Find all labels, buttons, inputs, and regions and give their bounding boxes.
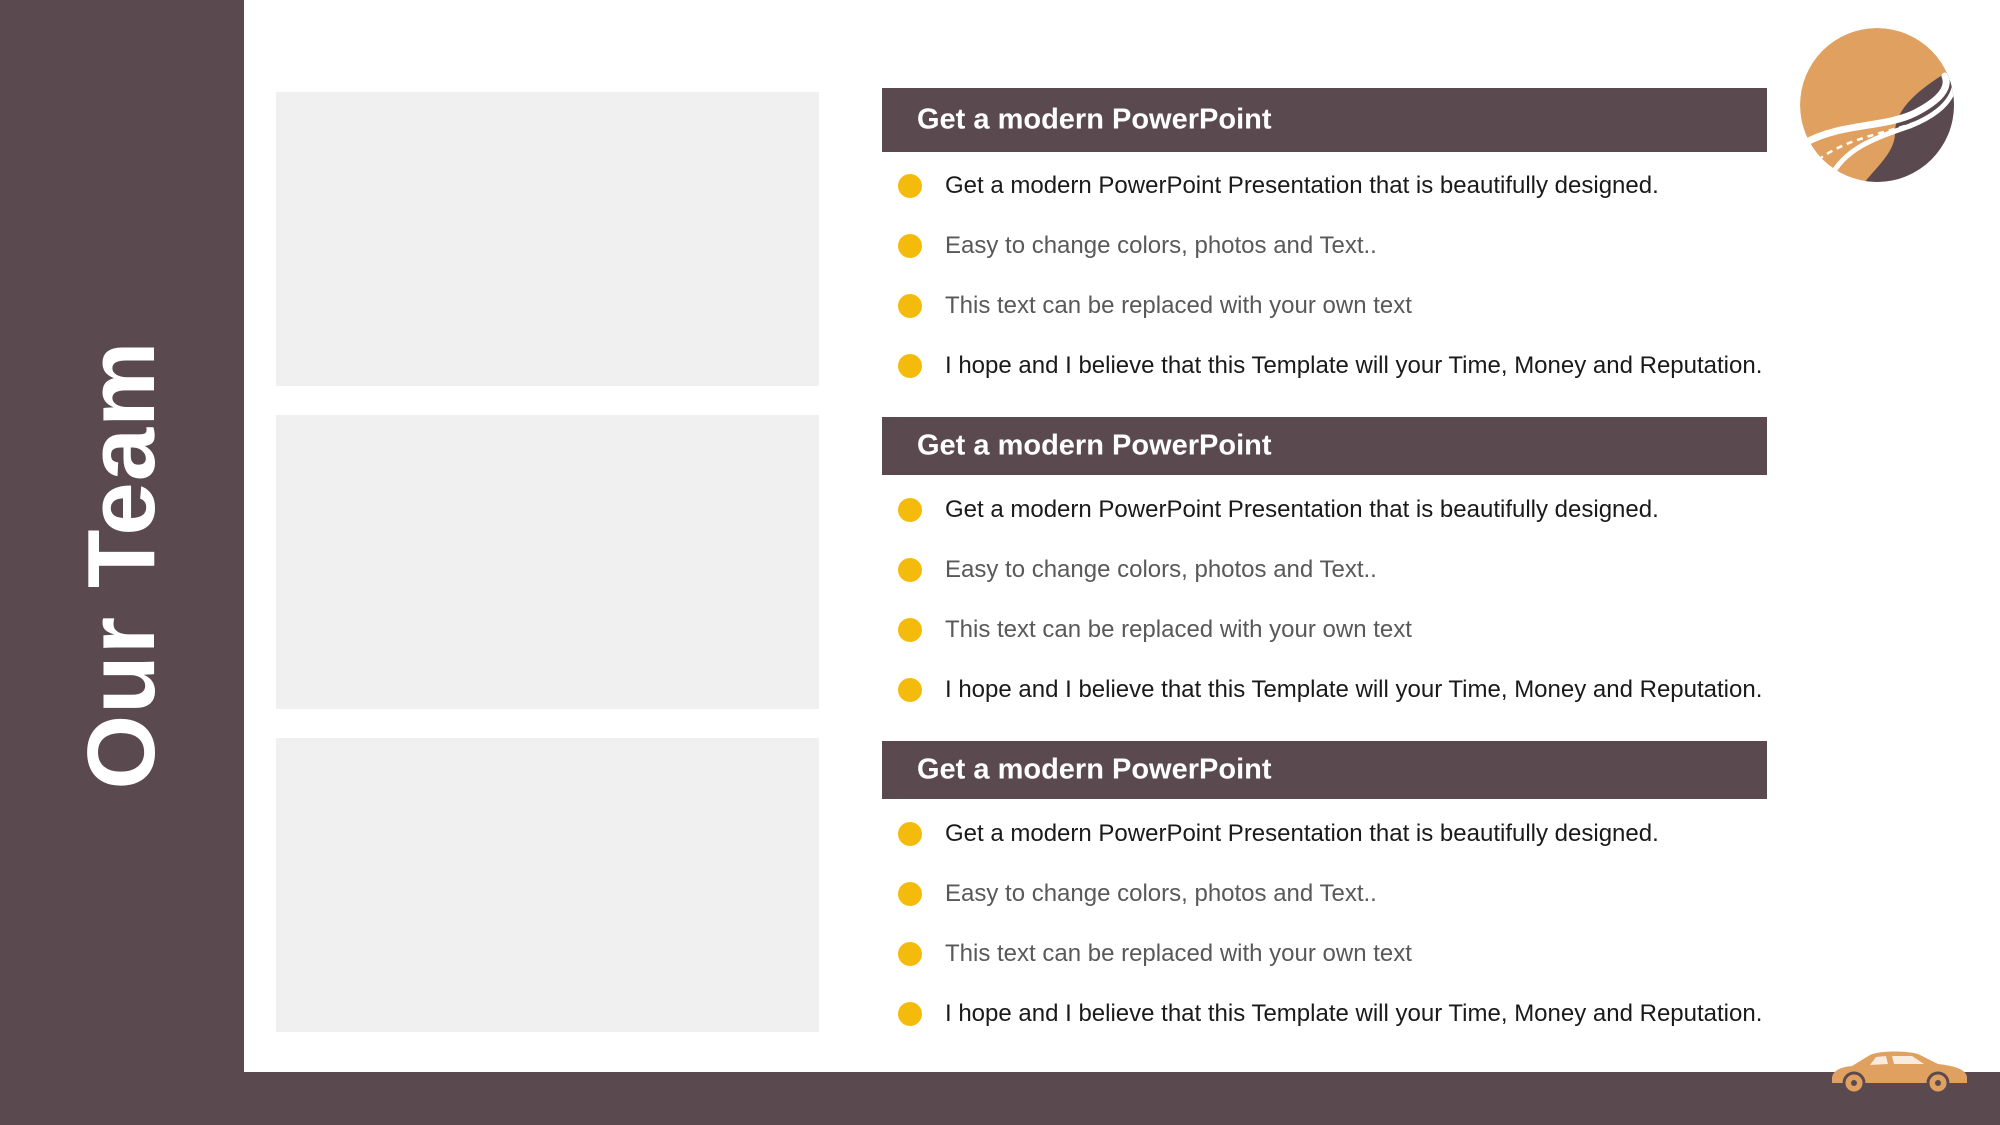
bullet-dot-icon [898,942,922,966]
bullet-item: Easy to change colors, photos and Text.. [882,874,1802,914]
bullet-text: I hope and I believe that this Template … [945,352,1763,379]
bullet-text: This text can be replaced with your own … [945,940,1412,967]
section-header: Get a modern PowerPoint [882,88,1767,152]
bullet-item: Easy to change colors, photos and Text.. [882,226,1802,266]
section-header: Get a modern PowerPoint [882,741,1767,799]
bullet-item: I hope and I believe that this Template … [882,346,1802,386]
bullet-text: Easy to change colors, photos and Text.. [945,880,1377,907]
bullet-dot-icon [898,234,922,258]
bullet-dot-icon [898,174,922,198]
bullet-dot-icon [898,618,922,642]
bullet-text: I hope and I believe that this Template … [945,1000,1763,1027]
bullet-dot-icon [898,354,922,378]
bullet-dot-icon [898,882,922,906]
bullet-text: Get a modern PowerPoint Presentation tha… [945,820,1659,847]
bullet-item: This text can be replaced with your own … [882,934,1802,974]
bullet-item: This text can be replaced with your own … [882,286,1802,326]
bullet-dot-icon [898,558,922,582]
section-header: Get a modern PowerPoint [882,417,1767,475]
bullet-text: This text can be replaced with your own … [945,616,1412,643]
bullet-text: Get a modern PowerPoint Presentation tha… [945,496,1659,523]
bullet-dot-icon [898,822,922,846]
bullet-item: Get a modern PowerPoint Presentation tha… [882,814,1802,854]
bullet-item: I hope and I believe that this Template … [882,670,1802,710]
page-title: Our Team [68,340,175,790]
bullet-text: This text can be replaced with your own … [945,292,1412,319]
bullet-item: Get a modern PowerPoint Presentation tha… [882,166,1802,206]
photo-placeholder-3[interactable] [276,738,819,1032]
bullet-item: I hope and I believe that this Template … [882,994,1802,1034]
section-header-text: Get a modern PowerPoint [917,429,1272,462]
team-section-3: Get a modern PowerPoint Get a modern Pow… [882,741,1802,1027]
footer-bar [244,1072,2000,1125]
team-section-1: Get a modern PowerPoint Get a modern Pow… [882,88,1802,379]
bullet-text: Easy to change colors, photos and Text.. [945,232,1377,259]
team-section-2: Get a modern PowerPoint Get a modern Pow… [882,417,1802,703]
road-circle-logo-icon [1800,28,1954,182]
bullet-dot-icon [898,1002,922,1026]
sidebar: Our Team [0,0,244,1125]
section-header-text: Get a modern PowerPoint [917,753,1272,786]
section-header-text: Get a modern PowerPoint [917,103,1272,136]
bullet-item: This text can be replaced with your own … [882,610,1802,650]
bullet-item: Easy to change colors, photos and Text.. [882,550,1802,590]
bullet-dot-icon [898,294,922,318]
bullet-item: Get a modern PowerPoint Presentation tha… [882,490,1802,530]
bullet-text: Easy to change colors, photos and Text.. [945,556,1377,583]
bullet-dot-icon [898,498,922,522]
car-icon [1832,1051,1967,1095]
bullet-text: I hope and I believe that this Template … [945,676,1763,703]
photo-placeholder-1[interactable] [276,92,819,386]
bullet-text: Get a modern PowerPoint Presentation tha… [945,172,1659,199]
bullet-dot-icon [898,678,922,702]
photo-placeholder-2[interactable] [276,415,819,709]
